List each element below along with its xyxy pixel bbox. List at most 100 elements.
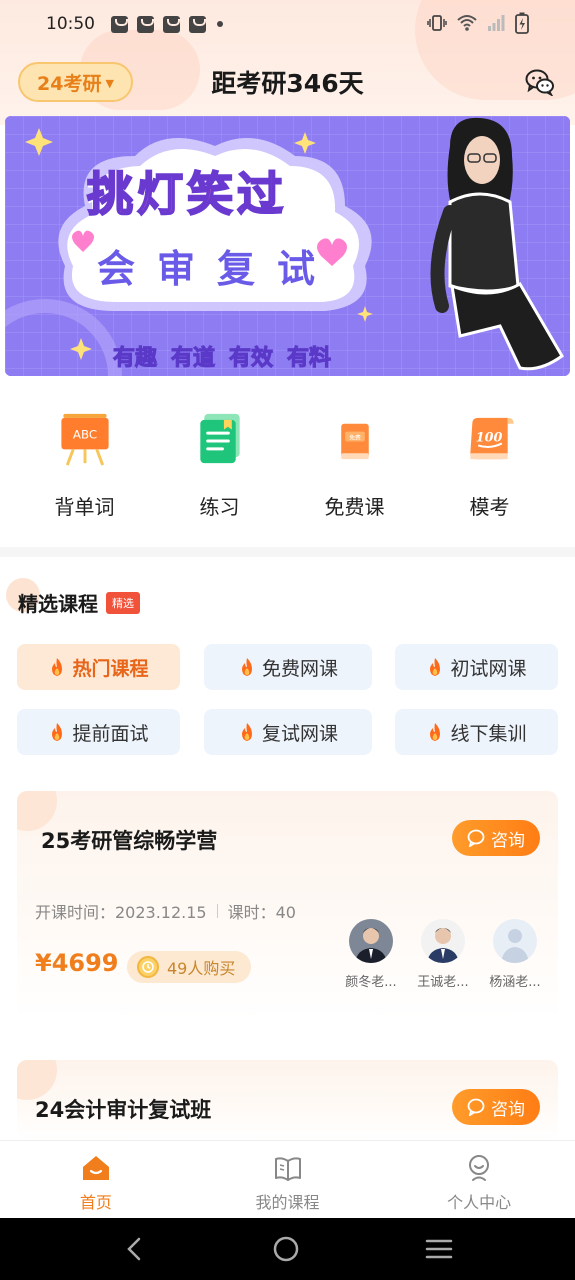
quick-nav-label: 免费课 (324, 495, 385, 519)
quick-nav-label: 模考 (469, 495, 510, 519)
banner-subheadline: 会审复试 (97, 247, 338, 291)
abc-board-icon: ABC (60, 413, 109, 466)
avatar (421, 919, 465, 963)
open-book-icon (274, 1157, 301, 1181)
banner-tag: 有趣 (112, 346, 158, 372)
course-start-date: 开课时间：2023.12.15 (35, 903, 207, 922)
chip-hot-courses[interactable]: 热门课程 (17, 644, 180, 690)
notification-bag-icon (137, 15, 154, 33)
avatar (349, 919, 393, 963)
section-divider (0, 547, 575, 557)
buyers-badge: 49人购买 (127, 951, 252, 983)
chat-bubble-icon (467, 1098, 485, 1116)
quick-nav-vocab[interactable]: ABC 背单词 (17, 400, 152, 520)
signal-icon (488, 15, 505, 31)
fire-icon (241, 723, 252, 741)
course-card[interactable]: 25考研管综畅学营 咨询 开课时间：2023.12.15 课时：40 ¥4699… (17, 791, 558, 1021)
course-card[interactable]: 24会计审计复试班 咨询 (17, 1060, 558, 1140)
fire-icon (430, 723, 441, 741)
system-nav-bar (0, 1218, 575, 1280)
menu-icon[interactable] (425, 1237, 453, 1261)
svg-text:免费: 免费 (349, 434, 361, 442)
vibrate-icon (427, 15, 447, 31)
section-title: 精选课程 (18, 592, 98, 616)
home-icon (82, 1156, 109, 1180)
chat-bubble-icon (467, 829, 485, 847)
svg-text:100: 100 (475, 430, 502, 445)
svg-text:ABC: ABC (72, 428, 96, 442)
course-title: 25考研管综畅学营 (41, 829, 218, 853)
course-title: 24会计审计复试班 (35, 1098, 212, 1122)
status-time: 10:50 (46, 14, 95, 34)
course-hours: 课时：40 (227, 903, 296, 922)
teacher[interactable]: 王诚老... (414, 919, 472, 990)
buyers-count: 49人购买 (167, 959, 236, 978)
fire-icon (241, 658, 252, 676)
teacher-name: 杨涵老... (489, 975, 541, 990)
more-notifications-icon (217, 21, 223, 27)
tab-my-courses[interactable]: 我的课程 (192, 1141, 384, 1218)
chip-label: 提前面试 (72, 722, 149, 745)
quick-nav-label: 背单词 (54, 495, 115, 519)
quick-nav-free-course[interactable]: 免费 免费课 (287, 400, 422, 520)
tab-profile[interactable]: 个人中心 (383, 1141, 575, 1218)
quick-nav-practice[interactable]: 练习 (152, 400, 287, 520)
fire-icon (430, 658, 441, 676)
banner-tag: 有道 (171, 346, 216, 372)
chip-offline-training[interactable]: 线下集训 (395, 709, 558, 755)
notification-bag-icon (189, 15, 206, 33)
tab-home[interactable]: 首页 (0, 1141, 192, 1218)
tab-label: 个人中心 (447, 1193, 512, 1212)
banner-headline: 挑灯笑过 (86, 166, 287, 222)
chip-label: 线下集训 (450, 722, 527, 745)
fire-icon (52, 723, 63, 741)
course-meta: 开课时间：2023.12.15 课时：40 (35, 899, 296, 923)
default-avatar (493, 919, 537, 963)
notification-bag-icon (111, 15, 128, 33)
chip-retest-online[interactable]: 复试网课 (204, 709, 372, 755)
quick-nav-mock-exam[interactable]: 100 模考 (422, 400, 557, 520)
status-bar: 10:50 (0, 0, 575, 48)
user-icon (469, 1155, 490, 1181)
quick-nav-label: 练习 (199, 495, 240, 519)
battery-charging-icon (515, 12, 529, 34)
bottom-nav: 首页 我的课程 个人中心 (0, 1140, 575, 1218)
teacher-name: 颜冬老... (345, 975, 397, 990)
featured-courses-header: 精选课程 精选 (6, 578, 140, 617)
app-header: 24考研 ▼ 距考研346天 (0, 56, 575, 108)
back-icon[interactable] (123, 1235, 147, 1263)
banner-tag: 有效 (229, 346, 274, 372)
banner-tag: 有料 (287, 346, 332, 372)
consult-button[interactable]: 咨询 (452, 820, 540, 856)
section-badge: 精选 (106, 591, 140, 614)
countdown-title: 距考研346天 (211, 69, 364, 98)
chip-early-interview[interactable]: 提前面试 (17, 709, 180, 755)
course-price: ¥4699 (35, 949, 119, 977)
meta-divider (216, 904, 218, 918)
teacher[interactable]: 颜冬老... (342, 919, 400, 990)
clock-coin-icon (137, 956, 159, 978)
notebook-icon (199, 413, 240, 464)
chip-label: 初试网课 (450, 657, 527, 680)
home-circle-icon[interactable] (272, 1235, 300, 1263)
fire-icon (52, 658, 63, 676)
chip-label: 复试网课 (261, 722, 338, 745)
presenter-photo (430, 117, 564, 371)
chip-free-online[interactable]: 免费网课 (204, 644, 372, 690)
free-book-icon: 免费 (340, 423, 369, 460)
wechat-icon[interactable] (525, 68, 555, 96)
quick-nav: ABC 背单词 练习 免费 免费课 100 模考 (0, 400, 575, 520)
chip-label: 免费网课 (261, 657, 338, 680)
score-100-icon: 100 (469, 417, 514, 460)
consult-button[interactable]: 咨询 (452, 1089, 540, 1125)
notification-bag-icon (163, 15, 180, 33)
chip-initial-exam-online[interactable]: 初试网课 (395, 644, 558, 690)
teacher-list: 颜冬老... 王诚老... 杨涵老... (342, 919, 544, 990)
promo-banner[interactable]: 挑灯笑过 会审复试 有趣 有道 有效 有料 (5, 116, 570, 376)
banner-tags: 有趣 有道 有效 有料 (112, 340, 332, 372)
teacher[interactable]: 杨涵老... (486, 919, 544, 990)
tab-label: 首页 (79, 1193, 112, 1212)
wifi-icon (457, 15, 477, 31)
chip-label: 热门课程 (72, 657, 149, 680)
consult-label: 咨询 (491, 1099, 525, 1120)
